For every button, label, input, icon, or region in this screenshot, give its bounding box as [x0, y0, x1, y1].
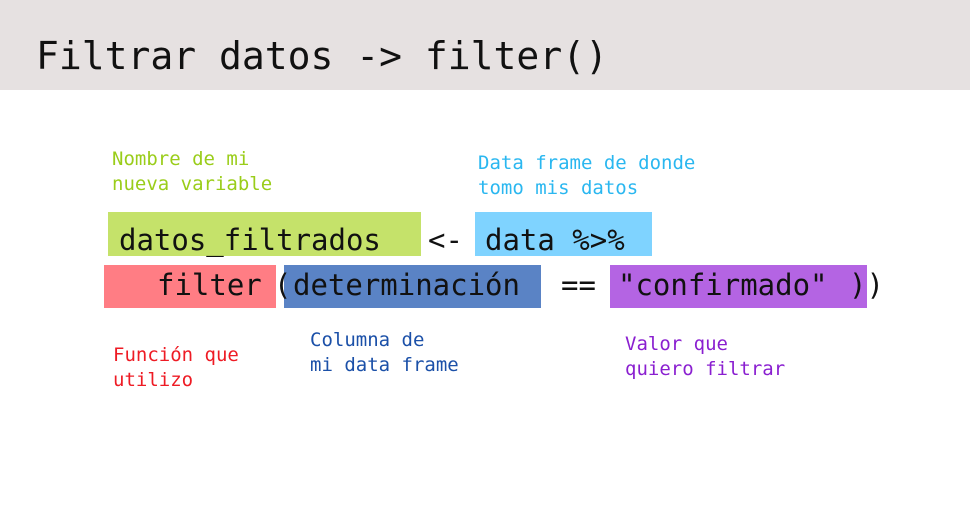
data-frame-annotation: Data frame de donde tomo mis datos [478, 151, 695, 201]
data-frame-code: data %>% [485, 223, 625, 257]
column-annotation-line-1: Columna de [310, 329, 425, 351]
filter-value-code: "confirmado" [618, 268, 828, 302]
function-annotation: Función que utilizo [113, 343, 239, 393]
function-annotation-line-1: Función que [113, 344, 239, 366]
value-annotation-line-2: quiero filtrar [625, 358, 786, 380]
close-parens: )) [849, 268, 884, 302]
open-paren: ( [274, 268, 292, 302]
slide-title: Filtrar datos -> filter() [36, 34, 608, 78]
function-annotation-line-2: utilizo [113, 369, 194, 391]
column-annotation: Columna de mi data frame [310, 328, 459, 378]
variable-annotation-line-1: Nombre de mi [112, 148, 250, 170]
data-frame-annotation-line-1: Data frame de donde [478, 152, 696, 174]
variable-name-code: datos_filtrados [119, 223, 381, 257]
value-annotation: Valor que quiero filtrar [625, 332, 785, 382]
data-frame-annotation-line-2: tomo mis datos [478, 177, 639, 199]
variable-annotation-line-2: nueva variable [112, 173, 273, 195]
function-name-code: filter [157, 268, 262, 302]
variable-annotation: Nombre de mi nueva variable [112, 147, 272, 197]
equality-operator: == [561, 268, 596, 302]
column-name-code: determinación [293, 268, 520, 302]
value-annotation-line-1: Valor que [625, 333, 728, 355]
column-annotation-line-2: mi data frame [310, 354, 459, 376]
title-bar: Filtrar datos -> filter() [0, 0, 970, 90]
assignment-operator: <- [428, 223, 463, 257]
